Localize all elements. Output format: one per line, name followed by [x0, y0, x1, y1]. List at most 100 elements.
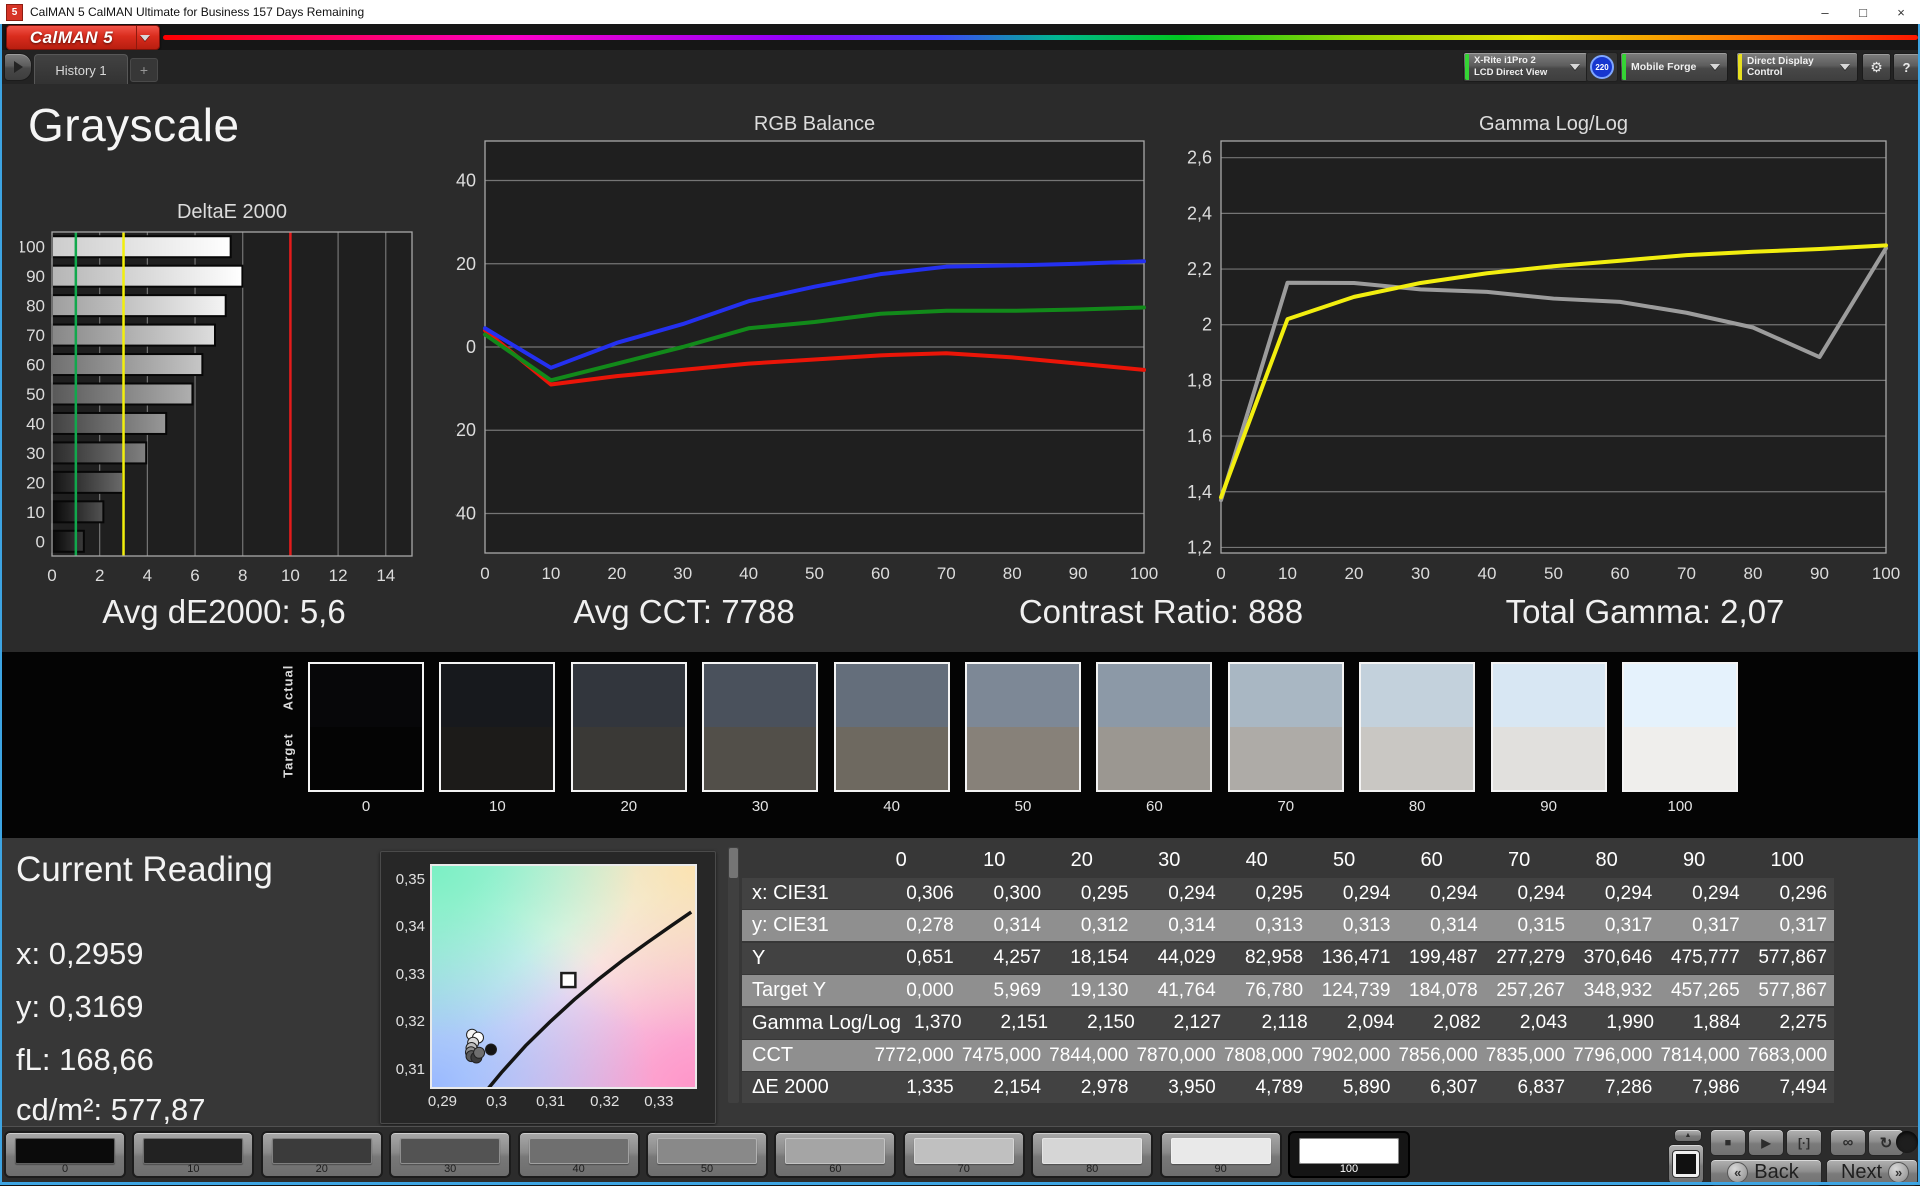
table-cell: 18,154: [1070, 947, 1129, 969]
table-cell: 199,487: [1409, 947, 1478, 969]
patch-window-icon: [1673, 1151, 1699, 1177]
close-button[interactable]: ×: [1882, 0, 1920, 24]
meter-dropdown[interactable]: X-Rite i1Pro 2 LCD Direct View: [1463, 52, 1588, 82]
swatch-target-50: [967, 727, 1079, 790]
maximize-button[interactable]: □: [1844, 0, 1882, 24]
svg-text:2,4: 2,4: [1187, 203, 1212, 223]
swatch-label: 50: [1014, 798, 1032, 815]
logo-bar: CalMAN 5: [0, 24, 1920, 50]
row-label: Target Y: [752, 979, 827, 1002]
display-control-dropdown[interactable]: Direct Display Control: [1736, 52, 1858, 82]
swatch-actual-60: [1098, 664, 1211, 727]
level-button-80[interactable]: 80: [1031, 1131, 1154, 1178]
svg-text:10: 10: [26, 503, 45, 522]
swatch-label: 60: [1146, 798, 1163, 815]
chevron-down-icon: [1840, 64, 1850, 70]
current-reading-line-1: y: 0,3169: [16, 989, 144, 1024]
table-row-5: CCT 7772,000 7475,000 7844,000 7870,000 7808,…: [742, 1040, 1834, 1071]
cie-y-tick: 0,33: [395, 965, 425, 983]
level-label: 90: [1214, 1163, 1227, 1175]
svg-text:10: 10: [1278, 564, 1297, 583]
table-cell: 7772,000: [874, 1044, 954, 1066]
pattern-window-button[interactable]: [1668, 1144, 1704, 1184]
svg-text:40: 40: [1478, 564, 1497, 583]
table-cell: 277,279: [1496, 947, 1566, 969]
pattern-window-up-button[interactable]: ▲: [1674, 1129, 1702, 1142]
swatch-label: 20: [620, 798, 638, 815]
scrollbar-thumb[interactable]: [729, 848, 738, 878]
level-button-40[interactable]: 40: [517, 1131, 640, 1178]
table-cell: 2,154: [993, 1076, 1042, 1098]
step-button[interactable]: [·]: [1786, 1129, 1822, 1156]
swatch-actual-20: [572, 664, 685, 727]
table-cell: 7808,000: [1223, 1044, 1304, 1066]
table-cell: 5,969: [993, 979, 1042, 1001]
column-header-100: 100: [1770, 849, 1804, 871]
history-nav-button[interactable]: [4, 53, 32, 81]
svg-text:70: 70: [26, 326, 45, 345]
column-header-20: 20: [1070, 849, 1093, 871]
target-row-label: Target: [280, 733, 296, 778]
add-tab-button[interactable]: +: [130, 58, 158, 82]
svg-text:1,4: 1,4: [1187, 482, 1212, 502]
level-button-70[interactable]: 70: [902, 1131, 1025, 1178]
table-cell: 7856,000: [1398, 1044, 1478, 1066]
column-header-60: 60: [1420, 849, 1443, 871]
level-button-90[interactable]: 90: [1159, 1131, 1282, 1178]
up-arrow-icon: ▲: [1684, 1132, 1692, 1139]
meter-patch-badge[interactable]: 220: [1590, 55, 1614, 79]
swatch-90: [1490, 662, 1607, 792]
table-cell: 2,094: [1346, 1012, 1395, 1034]
minimize-button[interactable]: –: [1806, 0, 1844, 24]
column-header-10: 10: [983, 849, 1006, 871]
svg-text:20: 20: [456, 254, 476, 274]
level-button-100[interactable]: 100: [1288, 1131, 1410, 1178]
settings-button[interactable]: ⚙: [1862, 53, 1891, 81]
level-patch-50: [657, 1138, 757, 1164]
level-button-50[interactable]: 50: [646, 1131, 768, 1178]
level-button-10[interactable]: 10: [132, 1131, 255, 1178]
calman-menu-arrow[interactable]: [136, 26, 159, 49]
table-cell: 0,317: [1779, 914, 1828, 936]
table-cell: 7844,000: [1049, 1044, 1129, 1066]
source-dropdown[interactable]: Mobile Forge: [1620, 52, 1728, 82]
swatch-target-30: [704, 727, 817, 790]
play-button[interactable]: ▶: [1748, 1129, 1784, 1156]
cie-y-tick: 0,32: [395, 1013, 425, 1031]
level-patch-80: [1042, 1138, 1143, 1164]
level-button-0[interactable]: 0: [4, 1131, 126, 1178]
loop-button[interactable]: ∞: [1830, 1129, 1866, 1156]
display-control-status-stripe: [1738, 54, 1742, 80]
stop-button[interactable]: ■: [1710, 1129, 1746, 1156]
svg-text:60: 60: [1611, 564, 1630, 583]
table-cell: 4,789: [1255, 1076, 1304, 1098]
table-header-row: 0 10 20 30 40 50 60 70 80 90 100: [742, 845, 1834, 876]
table-cell: 257,267: [1496, 979, 1566, 1001]
svg-text:90: 90: [26, 267, 45, 286]
table-cell: 0,651: [906, 947, 954, 969]
swatch-100: [1622, 662, 1738, 792]
svg-text:80: 80: [1003, 564, 1022, 583]
table-cell: 7,494: [1779, 1076, 1828, 1098]
tab-history-1[interactable]: History 1: [34, 54, 128, 85]
level-button-20[interactable]: 20: [260, 1131, 383, 1178]
level-button-30[interactable]: 30: [389, 1131, 512, 1178]
table-scrollbar[interactable]: [728, 847, 739, 1103]
svg-text:2: 2: [1202, 315, 1212, 335]
table-row-1: y: CIE31 0,278 0,314 0,312 0,314 0,313 0,313 0,…: [742, 910, 1834, 942]
level-button-60[interactable]: 60: [774, 1131, 897, 1178]
table-cell: 5,890: [1342, 1076, 1391, 1098]
calman-menu-button[interactable]: CalMAN 5: [6, 25, 160, 50]
cie-y-tick: 0,34: [395, 918, 425, 936]
summary-stat-2: Contrast Ratio: 888: [1018, 593, 1304, 630]
table-cell: 82,958: [1244, 947, 1304, 969]
help-button[interactable]: ?: [1893, 53, 1920, 81]
row-label: ΔE 2000: [752, 1076, 829, 1099]
table-cell: 41,764: [1157, 979, 1216, 1001]
table-cell: 0,294: [1692, 882, 1740, 904]
level-patch-20: [271, 1138, 372, 1164]
svg-text:20: 20: [26, 473, 45, 492]
svg-text:90: 90: [1069, 564, 1088, 583]
summary-stat-1: Avg CCT: 7788: [573, 593, 795, 630]
tab-toolbar-row: History 1 + X-Rite i1Pro 2 LCD Direct Vi…: [0, 50, 1920, 85]
